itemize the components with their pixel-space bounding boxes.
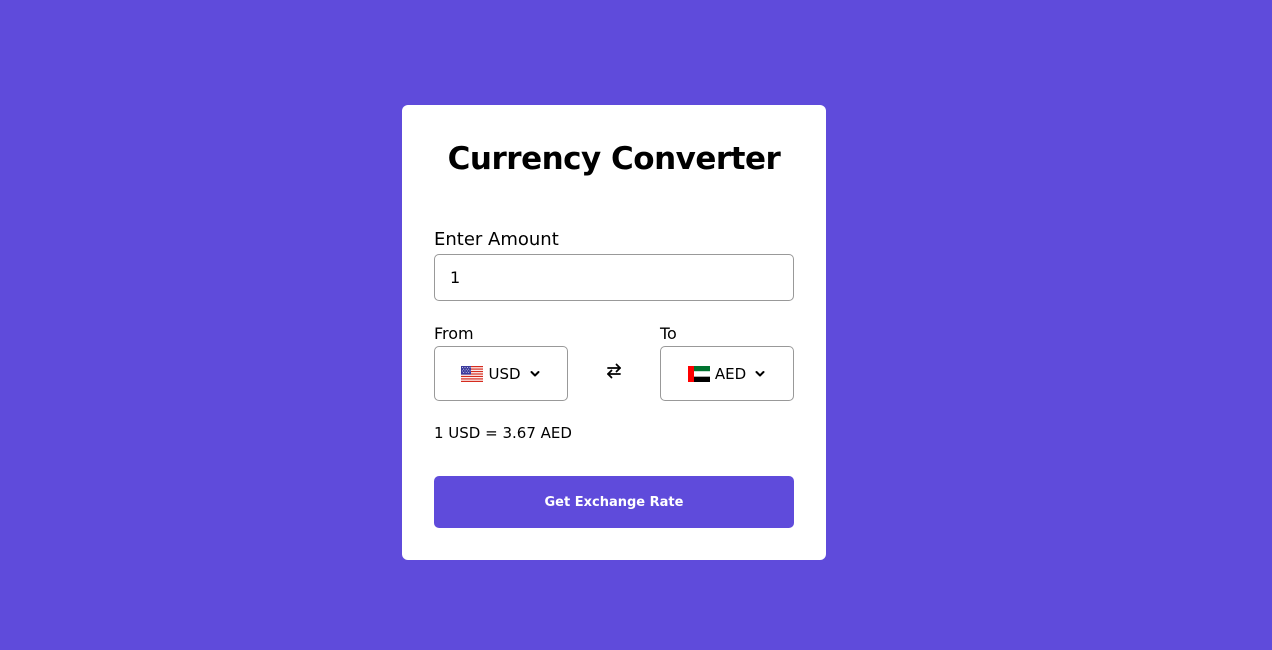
to-label: To — [660, 324, 677, 343]
get-exchange-rate-button[interactable]: Get Exchange Rate — [434, 476, 794, 528]
to-currency-code: AED — [714, 364, 747, 383]
from-currency-select[interactable]: USD — [434, 346, 568, 401]
to-currency-select[interactable]: AED — [660, 346, 794, 401]
chevron-down-icon — [755, 370, 765, 376]
amount-label: Enter Amount — [434, 229, 559, 250]
page-title: Currency Converter — [447, 141, 781, 177]
from-currency-code: USD — [488, 364, 521, 383]
ae-flag-icon — [687, 365, 710, 382]
chevron-down-icon — [530, 370, 540, 376]
amount-input[interactable] — [434, 254, 794, 301]
swap-arrows-icon[interactable] — [604, 361, 624, 381]
converter-card: Currency Converter Enter Amount From To … — [402, 105, 826, 560]
from-label: From — [434, 324, 474, 343]
us-flag-icon — [461, 365, 484, 382]
exchange-rate-text: 1 USD = 3.67 AED — [434, 424, 572, 442]
